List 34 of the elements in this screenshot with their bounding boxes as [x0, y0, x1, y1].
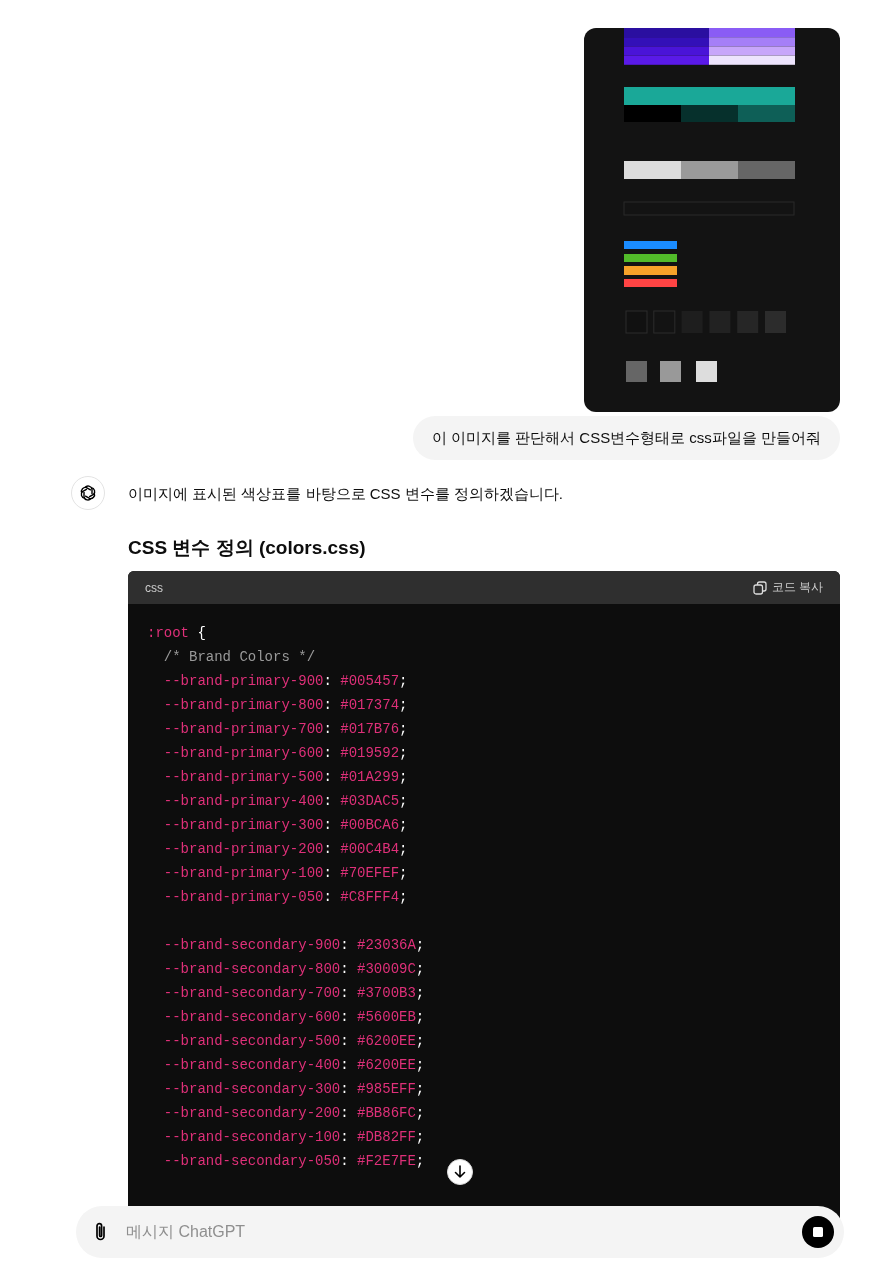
- code-line: --brand-primary-100: #70EFEF;: [162, 864, 408, 883]
- code-line: --brand-primary-050: #C8FFF4;: [162, 888, 408, 907]
- code-line: --brand-primary-800: #017374;: [162, 696, 408, 715]
- assistant-logo-icon: [71, 476, 105, 510]
- assistant-message: 이미지에 표시된 색상표를 바탕으로 CSS 변수를 정의하겠습니다.: [128, 484, 564, 504]
- code-line: --brand-secondary-500: #6200EE;: [162, 1032, 425, 1051]
- code-line: --brand-secondary-600: #5600EB;: [162, 1008, 425, 1027]
- stop-button[interactable]: [802, 1216, 834, 1248]
- code-line: --brand-secondary-300: #985EFF;: [162, 1080, 425, 1099]
- copy-icon: [752, 580, 767, 595]
- message-composer[interactable]: 메시지 ChatGPT: [76, 1206, 844, 1258]
- code-line: --brand-secondary-700: #3700B3;: [162, 984, 425, 1003]
- user-message: 이 이미지를 판단해서 CSS변수형태로 css파일을 만들어줘: [412, 416, 840, 460]
- code-line: :root {: [147, 624, 206, 643]
- code-line: --brand-primary-700: #017B76;: [162, 720, 408, 739]
- code-line: --brand-primary-500: #01A299;: [162, 768, 408, 787]
- code-line: --brand-secondary-400: #6200EE;: [162, 1056, 425, 1075]
- section-heading: CSS 변수 정의 (colors.css): [128, 536, 367, 560]
- code-line: --brand-primary-900: #005457;: [162, 672, 408, 691]
- code-language: css: [145, 580, 163, 595]
- arrow-down-icon: [453, 1165, 467, 1179]
- code-line: --brand-primary-600: #019592;: [162, 744, 408, 763]
- code-line: --brand-primary-200: #00C4B4;: [162, 840, 408, 859]
- code-line: --brand-primary-400: #03DAC5;: [162, 792, 408, 811]
- code-line: --brand-secondary-900: #23036A;: [162, 936, 425, 955]
- code-line: /* Brand Colors */: [162, 648, 316, 667]
- code-line: --brand-secondary-800: #30009C;: [162, 960, 425, 979]
- stop-icon: [813, 1227, 823, 1237]
- code-line: --brand-primary-300: #00BCA6;: [162, 816, 408, 835]
- copy-code-button[interactable]: 코드 복사: [752, 579, 823, 596]
- code-line: --brand-secondary-100: #DB82FF;: [162, 1128, 425, 1147]
- code-line: --brand-secondary-050: #F2E7FE;: [162, 1152, 425, 1171]
- message-input[interactable]: 메시지 ChatGPT: [124, 1222, 790, 1242]
- code-line: --brand-secondary-200: #BB86FC;: [162, 1104, 425, 1123]
